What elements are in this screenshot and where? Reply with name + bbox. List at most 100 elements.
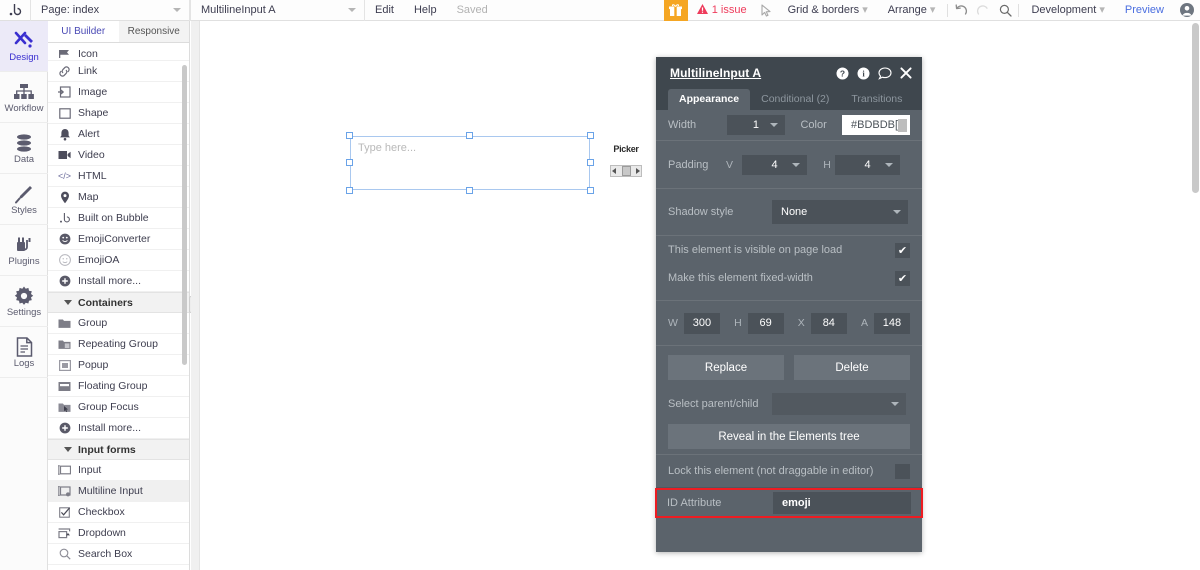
palette-item-alert[interactable]: Alert: [48, 124, 189, 145]
tab-ui-builder[interactable]: UI Builder: [48, 21, 119, 42]
tab-responsive[interactable]: Responsive: [118, 21, 189, 42]
select-parent-child-field[interactable]: [772, 393, 906, 415]
canvas-vertical-scrollbar[interactable]: [1192, 23, 1199, 193]
palette-group-containers[interactable]: Containers: [48, 292, 189, 313]
resize-handle-bottom-left[interactable]: [346, 187, 353, 194]
palette-item-install-more-1[interactable]: Install more...: [48, 271, 189, 292]
palette-item-emojiconverter[interactable]: EmojiConverter: [48, 229, 189, 250]
palette-group-input-forms[interactable]: Input forms: [48, 439, 189, 460]
gift-icon[interactable]: [663, 0, 688, 21]
close-icon[interactable]: [898, 66, 913, 81]
cursor-arrow-icon[interactable]: [756, 0, 778, 21]
border-row: Width 1 Color #BDBDB[: [656, 110, 922, 140]
lock-element-checkbox[interactable]: [895, 463, 910, 479]
delete-button[interactable]: Delete: [794, 355, 910, 380]
palette-item-group-focus[interactable]: Group Focus: [48, 397, 189, 418]
comment-bubble-icon[interactable]: [877, 66, 892, 81]
palette-item-emojioa[interactable]: EmojiOA: [48, 250, 189, 271]
tab-conditional[interactable]: Conditional (2): [750, 89, 841, 110]
palette-item-dropdown[interactable]: Dropdown: [48, 523, 189, 544]
emoji-picker-slider[interactable]: [610, 165, 642, 177]
resize-handle-bottom-center[interactable]: [466, 187, 473, 194]
grid-borders-menu[interactable]: Grid & borders ▾: [778, 0, 878, 21]
visible-on-load-row[interactable]: This element is visible on page load ✔: [656, 236, 922, 264]
issue-indicator[interactable]: 1 issue: [688, 3, 756, 17]
palette-item-link[interactable]: Link: [48, 61, 189, 82]
page-selector[interactable]: Page: index: [30, 0, 190, 21]
emoji-picker-element[interactable]: Picker: [609, 144, 643, 180]
replace-button[interactable]: Replace: [668, 355, 784, 380]
palette-item-install-more-2[interactable]: Install more...: [48, 418, 189, 439]
element-selector[interactable]: MultilineInput A: [190, 0, 365, 21]
chevron-right-icon[interactable]: [636, 168, 640, 174]
palette-item-icon[interactable]: Icon: [48, 43, 189, 61]
menu-edit[interactable]: Edit: [365, 0, 404, 21]
arrange-menu[interactable]: Arrange ▾: [878, 0, 946, 21]
slider-thumb[interactable]: [621, 166, 631, 176]
geometry-x-value[interactable]: 84: [810, 312, 847, 334]
palette-item-multiline-input[interactable]: Multiline Input: [48, 481, 189, 502]
geometry-width-value[interactable]: 300: [683, 312, 720, 334]
resize-handle-top-left[interactable]: [346, 132, 353, 139]
rail-item-styles[interactable]: Styles: [0, 174, 48, 225]
palette-item-built-on-bubble[interactable]: Built on Bubble: [48, 208, 189, 229]
border-color-field[interactable]: #BDBDB[: [841, 115, 910, 135]
rail-item-workflow[interactable]: Workflow: [0, 72, 48, 123]
chevron-down-icon: ▾: [929, 3, 936, 16]
geometry-height-value[interactable]: 69: [747, 312, 784, 334]
selected-multiline-input[interactable]: Type here...: [346, 132, 594, 194]
geometry-a[interactable]: A 148: [861, 312, 910, 334]
palette-item-floating-group[interactable]: Floating Group: [48, 376, 189, 397]
palette-item-group[interactable]: Group: [48, 313, 189, 334]
geometry-width[interactable]: W 300: [668, 312, 720, 334]
palette-item-map[interactable]: Map: [48, 187, 189, 208]
palette-item-repeating-group[interactable]: Repeating Group: [48, 334, 189, 355]
user-avatar-icon[interactable]: [1174, 0, 1200, 21]
rail-item-design[interactable]: Design: [0, 21, 48, 72]
lock-element-row[interactable]: Lock this element (not draggable in edit…: [656, 455, 922, 487]
search-icon[interactable]: [994, 0, 1016, 21]
tab-appearance[interactable]: Appearance: [668, 89, 751, 110]
geometry-x[interactable]: X 84: [798, 312, 847, 334]
rail-item-logs[interactable]: Logs: [0, 327, 48, 378]
info-circle-icon[interactable]: i: [856, 66, 871, 81]
version-menu[interactable]: Development ▾: [1021, 0, 1114, 21]
resize-handle-top-center[interactable]: [466, 132, 473, 139]
preview-button[interactable]: Preview: [1115, 4, 1174, 16]
undo-icon[interactable]: [950, 0, 972, 21]
color-swatch[interactable]: [898, 118, 907, 132]
rail-item-settings[interactable]: Settings: [0, 276, 48, 327]
palette-item-input[interactable]: Input: [48, 460, 189, 481]
border-width-field[interactable]: 1: [726, 115, 786, 135]
reveal-in-elements-tree-button[interactable]: Reveal in the Elements tree: [668, 424, 910, 449]
resize-handle-bottom-right[interactable]: [587, 187, 594, 194]
geometry-a-value[interactable]: 148: [873, 312, 910, 334]
multiline-input-box[interactable]: Type here...: [350, 136, 590, 190]
rail-item-plugins[interactable]: Plugins: [0, 225, 48, 276]
menu-help[interactable]: Help: [404, 0, 447, 21]
geometry-height[interactable]: H 69: [734, 312, 784, 334]
palette-item-html[interactable]: </> HTML: [48, 166, 189, 187]
palette-scrollbar[interactable]: [182, 65, 187, 365]
palette-item-shape[interactable]: Shape: [48, 103, 189, 124]
fixed-width-row[interactable]: Make this element fixed-width ✔: [656, 264, 922, 292]
help-circle-icon[interactable]: ?: [835, 66, 850, 81]
visible-on-load-checkbox[interactable]: ✔: [895, 242, 910, 258]
bubble-logo-icon[interactable]: [0, 0, 30, 20]
resize-handle-middle-left[interactable]: [346, 159, 353, 166]
palette-item-search-box[interactable]: Search Box: [48, 544, 189, 565]
palette-item-checkbox[interactable]: Checkbox: [48, 502, 189, 523]
palette-item-image[interactable]: Image: [48, 82, 189, 103]
shadow-style-field[interactable]: None: [772, 200, 908, 224]
palette-item-video[interactable]: Video: [48, 145, 189, 166]
resize-handle-top-right[interactable]: [587, 132, 594, 139]
fixed-width-checkbox[interactable]: ✔: [895, 270, 910, 286]
tab-transitions[interactable]: Transitions: [840, 89, 914, 110]
resize-handle-middle-right[interactable]: [587, 159, 594, 166]
id-attribute-field[interactable]: emoji: [773, 492, 911, 514]
chevron-left-icon[interactable]: [612, 168, 616, 174]
padding-horizontal-field[interactable]: 4: [835, 154, 900, 175]
palette-item-popup[interactable]: Popup: [48, 355, 189, 376]
padding-vertical-field[interactable]: 4: [742, 154, 807, 175]
rail-item-data[interactable]: Data: [0, 123, 48, 174]
